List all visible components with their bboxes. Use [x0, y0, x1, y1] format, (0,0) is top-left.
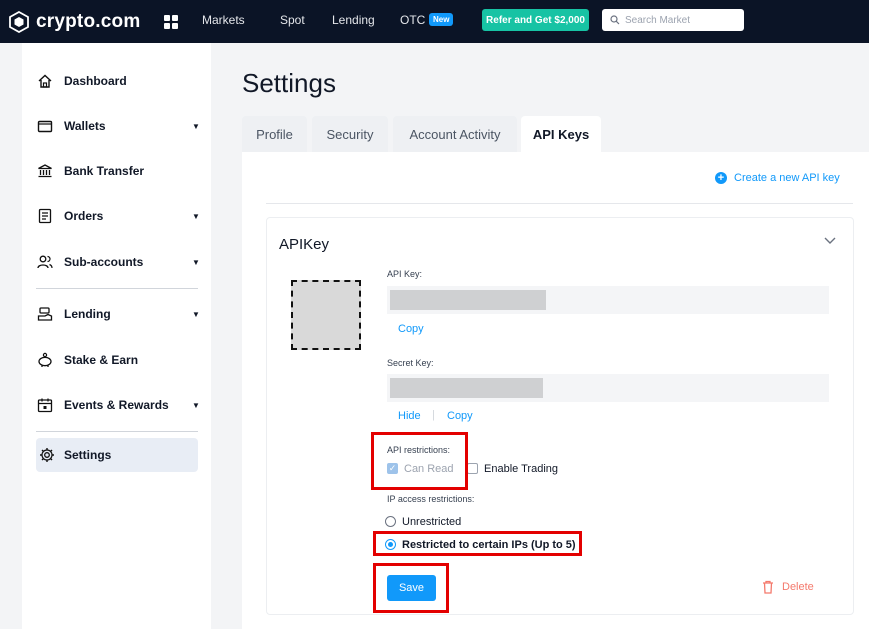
sidebar-item-settings[interactable]: Settings: [36, 438, 198, 472]
sidebar-item-events-rewards[interactable]: Events & Rewards ▼: [22, 388, 211, 422]
redacted-value: [390, 378, 543, 398]
sidebar-item-label: Orders: [64, 209, 104, 223]
save-button[interactable]: Save: [387, 575, 436, 601]
tab-api-keys[interactable]: API Keys: [521, 116, 601, 152]
tab-profile[interactable]: Profile: [242, 116, 307, 152]
crypto-com-logo-icon: [9, 10, 29, 33]
new-badge: New: [429, 13, 454, 26]
piggy-bank-icon: [36, 351, 54, 369]
plus-circle-icon: +: [715, 172, 727, 184]
caret-down-icon: ▼: [192, 121, 200, 131]
api-key-field: [387, 286, 829, 314]
refer-button[interactable]: Refer and Get $2,000: [482, 9, 589, 31]
delete-label: Delete: [782, 581, 814, 593]
sidebar-item-bank-transfer[interactable]: Bank Transfer: [22, 154, 211, 188]
home-icon: [36, 72, 54, 90]
search-icon: [610, 15, 620, 25]
tab-security[interactable]: Security: [312, 116, 388, 152]
secret-key-field: [387, 374, 829, 402]
nav-otc[interactable]: OTC: [400, 13, 425, 27]
sidebar-item-label: Sub-accounts: [64, 255, 144, 269]
restricted-ips-radio[interactable]: [385, 539, 396, 550]
redacted-value: [390, 290, 546, 310]
orders-icon: [36, 207, 54, 225]
sidebar-item-label: Settings: [64, 448, 112, 462]
search-market-box[interactable]: [602, 9, 744, 31]
copy-api-key-link[interactable]: Copy: [398, 323, 424, 335]
caret-down-icon: ▼: [192, 400, 200, 410]
sidebar: Dashboard Wallets ▼ Bank Transfer Orders…: [22, 43, 211, 629]
api-keys-panel: + Create a new API key APIKey API Key: C…: [242, 152, 869, 629]
caret-down-icon: ▼: [192, 211, 200, 221]
ip-access-label: IP access restrictions:: [387, 494, 475, 504]
api-key-label: API Key:: [387, 269, 423, 279]
api-restrictions-label: API restrictions:: [387, 445, 451, 455]
chevron-down-icon[interactable]: [824, 237, 836, 245]
sidebar-item-label: Lending: [64, 307, 111, 321]
lending-icon: [36, 305, 54, 323]
hide-secret-link[interactable]: Hide: [398, 410, 421, 422]
nav-markets[interactable]: Markets: [202, 13, 245, 27]
create-api-key-label: Create a new API key: [734, 172, 840, 184]
caret-down-icon: ▼: [192, 309, 200, 319]
sidebar-item-wallets[interactable]: Wallets ▼: [22, 109, 211, 143]
nav-lending[interactable]: Lending: [332, 13, 375, 27]
qr-code-placeholder: [291, 280, 361, 350]
panel-divider: [266, 203, 853, 204]
link-separator: |: [432, 409, 435, 421]
unrestricted-radio[interactable]: [385, 516, 396, 527]
page-title: Settings: [242, 68, 336, 98]
sidebar-item-label: Wallets: [64, 119, 106, 133]
calendar-icon: [36, 396, 54, 414]
bank-icon: [36, 162, 54, 180]
wallet-icon: [36, 117, 54, 135]
can-read-label: Can Read: [404, 463, 454, 475]
users-icon: [36, 253, 54, 271]
sidebar-divider: [36, 288, 198, 289]
sidebar-item-dashboard[interactable]: Dashboard: [22, 64, 211, 98]
secret-key-label: Secret Key:: [387, 358, 434, 368]
enable-trading-label: Enable Trading: [484, 463, 558, 475]
tab-account-activity[interactable]: Account Activity: [393, 116, 517, 152]
sidebar-item-sub-accounts[interactable]: Sub-accounts ▼: [22, 245, 211, 279]
sidebar-item-label: Events & Rewards: [64, 398, 169, 412]
sidebar-item-label: Stake & Earn: [64, 353, 139, 367]
nav-spot[interactable]: Spot: [280, 13, 305, 27]
brand-logo[interactable]: crypto.com: [8, 10, 141, 33]
create-api-key-link[interactable]: + Create a new API key: [715, 172, 840, 184]
sidebar-item-label: Dashboard: [64, 74, 127, 88]
unrestricted-label: Unrestricted: [402, 516, 462, 528]
sidebar-item-lending[interactable]: Lending ▼: [22, 297, 211, 331]
top-navbar: crypto.com Markets Spot Lending OTC New …: [0, 0, 869, 43]
gear-icon: [38, 446, 56, 464]
search-input[interactable]: [625, 14, 735, 26]
api-key-card: APIKey API Key: Copy Secret Key: Hide | …: [266, 217, 854, 615]
trash-icon: [763, 580, 773, 594]
copy-secret-key-link[interactable]: Copy: [447, 410, 473, 422]
apps-grid-icon[interactable]: [164, 14, 179, 29]
can-read-checkbox[interactable]: ✓: [387, 463, 398, 474]
sidebar-divider: [36, 431, 198, 432]
enable-trading-checkbox[interactable]: [467, 463, 478, 474]
caret-down-icon: ▼: [192, 257, 200, 267]
brand-name: crypto.com: [36, 10, 141, 32]
api-key-card-title: APIKey: [279, 236, 330, 253]
sidebar-item-orders[interactable]: Orders ▼: [22, 199, 211, 233]
restricted-ips-label: Restricted to certain IPs (Up to 5): [402, 539, 576, 551]
sidebar-item-stake-earn[interactable]: Stake & Earn: [22, 343, 211, 377]
delete-api-key-button[interactable]: Delete: [762, 580, 814, 594]
sidebar-item-label: Bank Transfer: [64, 164, 145, 178]
